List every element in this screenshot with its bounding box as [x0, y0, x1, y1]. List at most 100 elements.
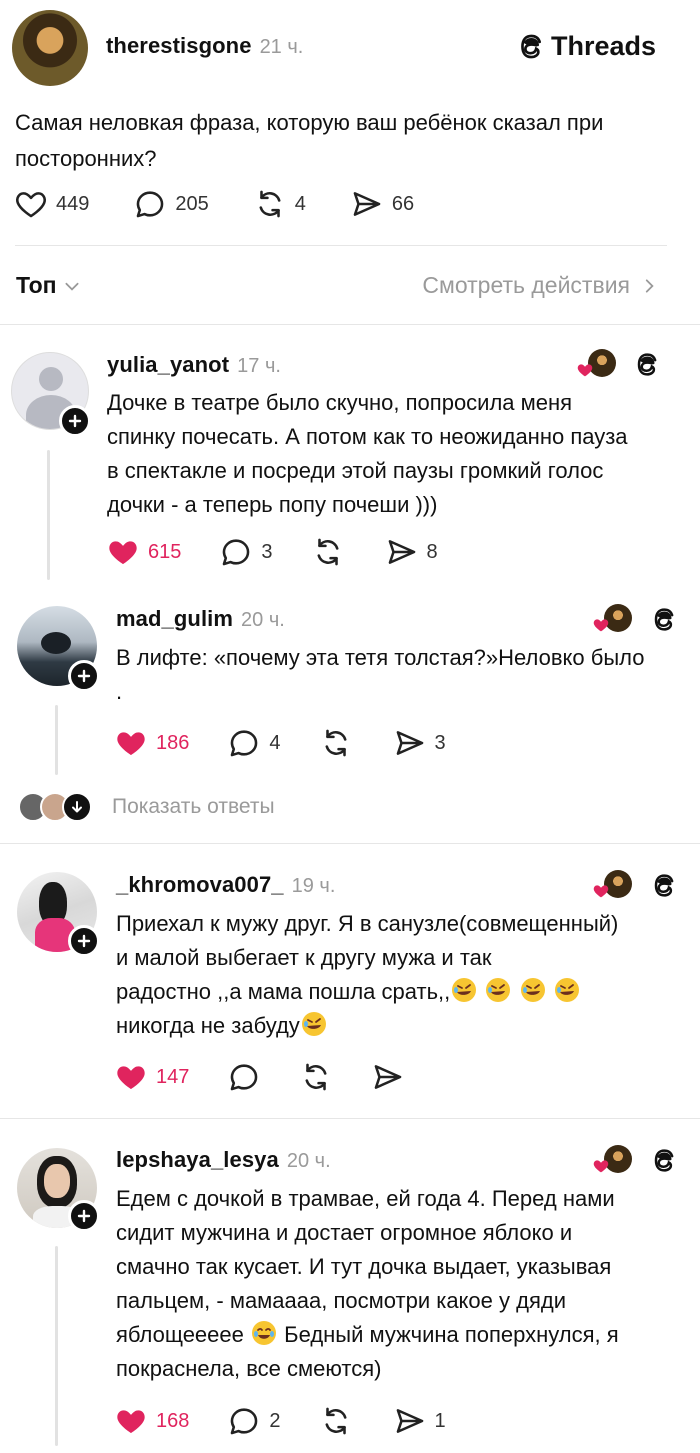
follow-button[interactable]	[59, 405, 91, 437]
comment-icon	[133, 187, 167, 221]
reply-time: 20 ч.	[241, 609, 285, 631]
reply-count: 205	[175, 192, 209, 215]
heart-icon	[592, 616, 610, 634]
follow-button[interactable]	[68, 1200, 100, 1232]
chevron-down-icon	[65, 282, 79, 291]
repost-button[interactable]	[319, 1404, 353, 1438]
threads-brand-label: Threads	[551, 30, 657, 61]
share-button[interactable]: 8	[385, 535, 438, 569]
repost-button[interactable]	[311, 535, 345, 569]
thread-line	[55, 1246, 58, 1446]
reply-text-fragment: никогда не забуду	[116, 1013, 300, 1038]
like-count: 615	[148, 540, 182, 563]
follow-button[interactable]	[68, 925, 100, 957]
reply-username[interactable]: lepshaya_lesya	[116, 1147, 279, 1172]
post-username[interactable]: therestisgone	[106, 33, 252, 58]
like-button[interactable]: 168	[114, 1404, 189, 1438]
reply-button[interactable]	[227, 1060, 261, 1094]
share-button[interactable]: 1	[393, 1404, 446, 1438]
like-count: 168	[156, 1409, 190, 1432]
reply-actions: 186 4 3	[114, 726, 486, 760]
send-icon	[385, 535, 419, 569]
threads-icon[interactable]	[649, 604, 679, 634]
share-count: 8	[426, 540, 438, 563]
reply-time: 17 ч.	[237, 355, 281, 377]
heart-icon	[114, 1404, 148, 1438]
section-divider	[0, 1118, 700, 1119]
heart-icon	[14, 187, 48, 221]
reply-button[interactable]: 4	[227, 726, 281, 760]
comment-icon	[227, 726, 261, 760]
threads-icon[interactable]	[649, 1145, 679, 1175]
threads-icon[interactable]	[649, 870, 679, 900]
share-button[interactable]	[371, 1060, 405, 1094]
repost-button[interactable]	[299, 1060, 333, 1094]
repost-icon	[253, 187, 287, 221]
repost-button[interactable]: 4	[253, 187, 306, 221]
share-count: 66	[391, 192, 415, 215]
share-count: 1	[434, 1409, 446, 1432]
post-actions: 449 205 4 66	[14, 187, 454, 221]
threads-icon[interactable]	[632, 349, 662, 379]
reply-button[interactable]: 2	[227, 1404, 281, 1438]
repost-button[interactable]	[319, 726, 353, 760]
reply-text-line: покраснела, все смеются)	[116, 1356, 382, 1381]
share-button[interactable]: 3	[393, 726, 446, 760]
repost-count: 4	[294, 192, 306, 215]
post-text: Самая неловкая фраза, которую ваш ребёно…	[15, 110, 604, 171]
reply-text: В лифте: «почему эта тетя толстая?»Нелов…	[116, 645, 645, 704]
reply-text-fragment: яблощеееее	[116, 1322, 244, 1347]
rofl-emoji-icon	[450, 976, 478, 1004]
reply-button[interactable]: 205	[133, 187, 209, 221]
heart-icon	[114, 726, 148, 760]
like-button[interactable]: 615	[106, 535, 181, 569]
reply-text-line: радостно ,,а мама пошла срать,,	[116, 975, 700, 1009]
show-replies-label: Показать ответы	[112, 795, 275, 818]
chevron-right-icon	[645, 278, 654, 293]
thread-line	[47, 450, 50, 580]
show-replies[interactable]: Показать ответы	[18, 792, 275, 822]
reply-username[interactable]: mad_gulim	[116, 606, 233, 631]
liked-by-author-badge	[574, 349, 630, 379]
reply-button[interactable]: 3	[219, 535, 273, 569]
follow-button[interactable]	[68, 660, 100, 692]
reply-text-line: смачно так кусает. И тут дочка выдает, у…	[116, 1254, 612, 1279]
heart-icon	[106, 535, 140, 569]
arrow-down-icon	[62, 792, 92, 822]
threads-logo-icon	[515, 30, 547, 62]
reply-username[interactable]: yulia_yanot	[107, 352, 229, 377]
reply-text-fragment: Бедный мужчина поперхнулся, я	[284, 1322, 619, 1347]
plus-icon	[67, 413, 83, 429]
share-button[interactable]: 66	[350, 187, 414, 221]
reply-text: Едем с дочкой в трамвае, ей года 4. Пере…	[116, 1182, 696, 1386]
heart-icon	[114, 1060, 148, 1094]
send-icon	[371, 1060, 405, 1094]
like-count: 147	[156, 1065, 190, 1088]
like-button[interactable]: 147	[114, 1060, 189, 1094]
repost-icon	[299, 1060, 333, 1094]
liked-by-author-badge	[590, 604, 646, 634]
reply-text-line: сидит мужчина и достает огромное яблоко …	[116, 1220, 573, 1245]
joy-emoji-icon	[250, 1319, 278, 1347]
reply-count: 4	[269, 731, 281, 754]
reply-text-line: никогда не забуду	[116, 1009, 700, 1043]
reply-text-line: Едем с дочкой в трамвае, ей года 4. Пере…	[116, 1186, 615, 1211]
section-divider	[0, 843, 700, 844]
reply-time: 19 ч.	[291, 875, 336, 897]
like-button[interactable]: 186	[114, 726, 189, 760]
view-activity-link[interactable]: Смотреть действия	[422, 272, 658, 299]
reply-actions: 168 2 1	[114, 1404, 486, 1438]
avatar[interactable]	[12, 10, 88, 86]
reply-count: 3	[261, 540, 273, 563]
like-button[interactable]: 449	[14, 187, 89, 221]
reply-actions: 615 3 8	[106, 535, 478, 569]
repost-icon	[311, 535, 345, 569]
sort-label: Топ	[16, 272, 57, 298]
repost-icon	[319, 726, 353, 760]
like-count: 449	[56, 192, 90, 215]
send-icon	[350, 187, 384, 221]
reply-count: 2	[269, 1409, 281, 1432]
sort-dropdown[interactable]: Топ	[16, 272, 81, 299]
repost-icon	[319, 1404, 353, 1438]
reply-username[interactable]: _khromova007_	[116, 872, 284, 897]
